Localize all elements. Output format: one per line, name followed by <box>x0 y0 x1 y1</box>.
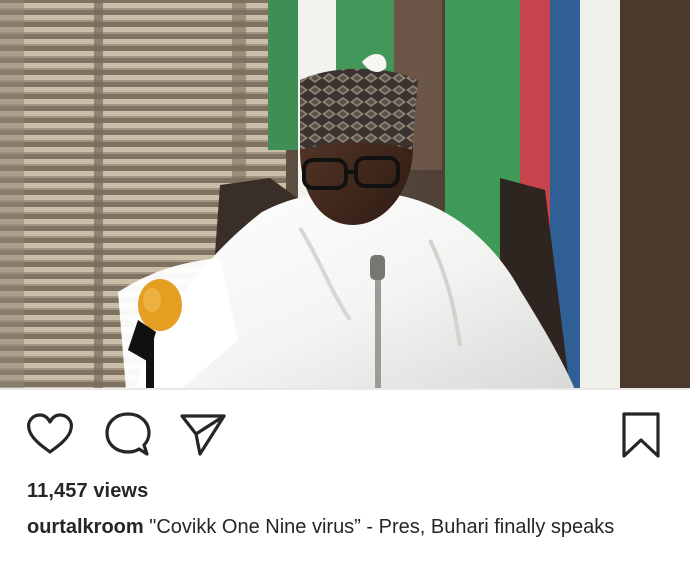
video-frame <box>0 0 690 390</box>
patterned-cap <box>300 68 418 150</box>
share-button[interactable] <box>178 410 228 460</box>
heart-icon <box>27 413 73 454</box>
like-button[interactable] <box>25 410 75 460</box>
view-count: 11,457 views <box>27 480 149 502</box>
post-actions-bar <box>0 404 690 464</box>
post-caption: ourtalkroom "Covikk One Nine virus” - Pr… <box>27 512 667 543</box>
post-video[interactable] <box>0 0 690 390</box>
bookmark-icon <box>622 412 660 458</box>
caption-username[interactable]: ourtalkroom <box>27 516 144 538</box>
save-button[interactable] <box>616 410 666 460</box>
caption-text: "Covikk One Nine virus” - Pres, Buhari f… <box>143 516 615 538</box>
send-icon <box>180 414 226 456</box>
comment-icon <box>105 412 151 456</box>
comment-button[interactable] <box>102 410 152 460</box>
